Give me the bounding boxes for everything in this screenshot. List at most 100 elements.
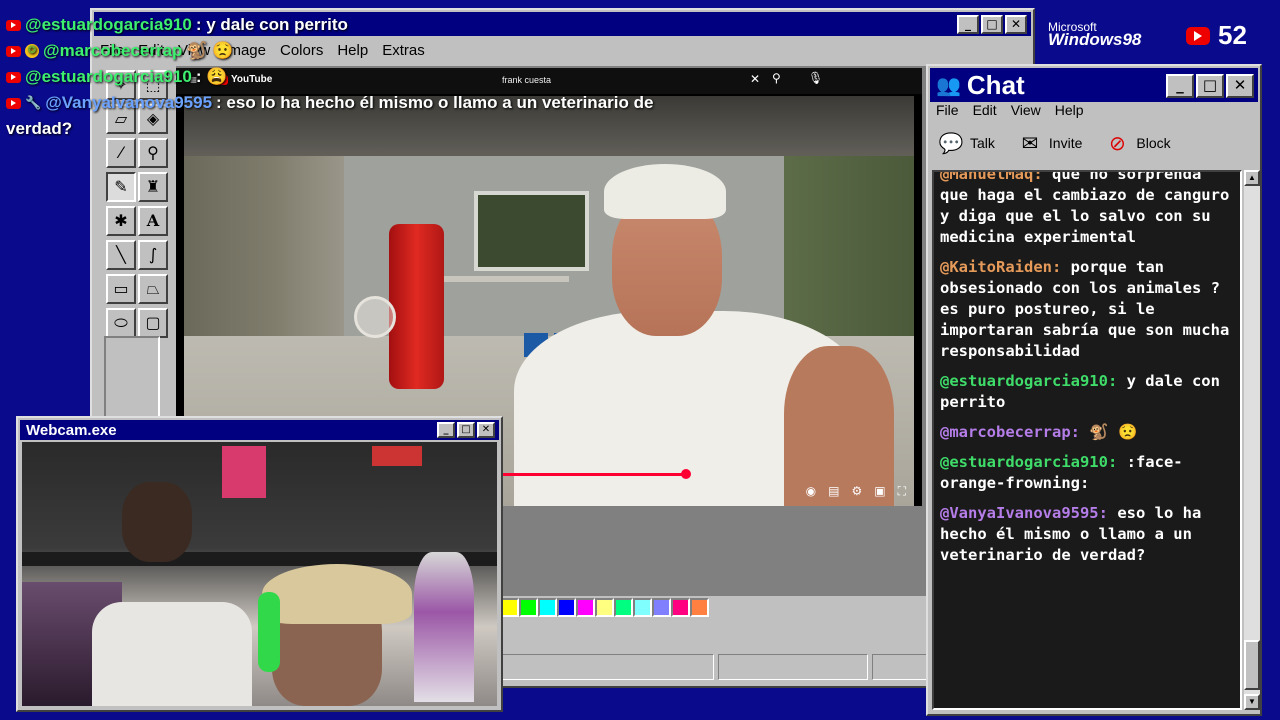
maximize-button[interactable]: □ [981,15,1003,34]
overlay-chat: @estuardogarcia910 : y dale con perrito … [6,12,686,142]
chat-message: @estuardogarcia910: :face-orange-frownin… [940,452,1230,494]
pencil-icon[interactable]: ✎ [106,172,136,202]
search-icon[interactable]: ⚲ [772,71,781,85]
overlay-chat-line: @estuardogarcia910 : y dale con perrito [6,12,686,38]
youtube-icon [1186,26,1210,45]
chat-username: @ManuelMaq: [940,170,1043,183]
color-swatch[interactable] [633,598,652,617]
brush-icon[interactable]: ♜ [138,172,168,202]
overlay-message: : y dale con perrito [195,15,348,34]
block-label: Block [1136,135,1171,151]
chat-text: 🐒 😟 [1079,423,1138,441]
color-swatch[interactable] [614,598,633,617]
curve-icon[interactable]: ∫ [138,240,168,270]
chat-titlebar[interactable]: 👥 Chat _ □ ✕ [930,68,1258,102]
clear-search-icon[interactable]: ✕ [750,72,760,86]
chat-menubar: File Edit View Help [936,102,1084,118]
color-swatch[interactable] [671,598,690,617]
overlay-chat-line: 🔧 @VanyaIvanova9595 : eso lo ha hecho él… [6,90,686,116]
windows98-text: Windows98 [1048,30,1142,49]
close-button[interactable]: ✕ [1226,74,1254,98]
close-button[interactable]: ✕ [477,422,495,438]
color-swatch[interactable] [690,598,709,617]
video-punching-bag [389,224,444,389]
webcam-streamer-hat [262,564,412,624]
fullscreen-icon[interactable]: ⛶ [898,484,906,499]
chat-scrollbar[interactable]: ▲ ▼ [1244,170,1260,710]
overlay-chat-line: verdad? [6,116,686,142]
chat-username: @VanyaIvanova9595: [940,504,1108,522]
color-swatch[interactable] [652,598,671,617]
scroll-down-icon[interactable]: ▼ [1244,694,1260,710]
color-swatch[interactable] [519,598,538,617]
minimize-button[interactable]: _ [1166,74,1194,98]
rounded-rect-icon[interactable]: ▢ [138,308,168,338]
airbrush-icon[interactable]: ✱ [106,206,136,236]
miniplayer-icon[interactable]: ▣ [874,484,885,499]
color-swatch[interactable] [576,598,595,617]
chat-messages-panel[interactable]: @ManuelMaq: que no sorprenda que haga el… [932,170,1242,710]
color-swatch[interactable] [538,598,557,617]
menu-edit[interactable]: Edit [973,102,997,118]
chat-message: @estuardogarcia910: y dale con perrito [940,371,1230,413]
chat-message: @marcobecerrap: 🐒 😟 [940,422,1230,443]
rectangle-icon[interactable]: ▭ [106,274,136,304]
overlay-message: : 😩 [195,67,228,86]
text-tool-icon[interactable]: A [138,206,168,236]
youtube-icon [6,97,21,109]
polygon-icon[interactable]: ⏢ [138,274,168,304]
video-progress-handle[interactable] [681,469,691,479]
line-icon[interactable]: ╲ [106,240,136,270]
picker-icon[interactable]: ⁄ [106,138,136,168]
autoplay-icon[interactable]: ◉ [806,484,816,499]
video-controls: ◉ ▤ ⚙ ▣ ⛶ [806,484,906,499]
chat-username: @marcobecerrap: [940,423,1080,441]
maximize-button[interactable]: □ [457,422,475,438]
viewer-count: 52 [1218,20,1247,50]
invite-button[interactable]: ✉ Invite [1017,130,1083,156]
status-cell-coords [718,654,868,680]
webcam-titlebar[interactable]: Webcam.exe _ □ ✕ [20,420,499,440]
settings-icon[interactable]: ⚙ [851,484,862,499]
talk-button[interactable]: 💬 Talk [938,130,995,156]
webcam-poster [372,446,422,466]
menu-file[interactable]: File [936,102,959,118]
menu-view[interactable]: View [1011,102,1041,118]
talk-icon: 💬 [938,131,964,155]
color-swatch[interactable] [595,598,614,617]
minimize-button[interactable]: _ [957,15,979,34]
chat-message: @KaitoRaiden: porque tan obsesionado con… [940,257,1230,362]
menu-help[interactable]: Help [1055,102,1084,118]
windows98-logo: Microsoft Windows98 [1048,20,1141,50]
overlay-username: @marcobecerrap [43,41,183,60]
webcam-headset [258,592,280,672]
maximize-button[interactable]: □ [1196,74,1224,98]
viewer-counter: 52 [1186,20,1247,51]
video-progress-bar[interactable] [502,473,687,476]
mic-icon[interactable]: 🎙 [808,71,823,85]
ellipse-icon[interactable]: ⬭ [106,308,136,338]
block-button[interactable]: ⊘ Block [1104,130,1171,156]
chat-username: @estuardogarcia910: [940,453,1118,471]
close-button[interactable]: ✕ [1005,15,1027,34]
webcam-chair [92,602,252,706]
overlay-message: 🐒 😟 [186,41,234,60]
overlay-chat-line: ✪ @marcobecerrap 🐒 😟 [6,38,686,64]
scroll-up-icon[interactable]: ▲ [1244,170,1260,186]
webcam-bear-figure [122,482,192,562]
youtube-icon [6,45,21,57]
chat-title: Chat [966,69,1025,100]
webcam-poster [222,446,266,498]
member-badge-icon: ✪ [25,44,39,58]
video-table [439,276,569,282]
chat-message: @ManuelMaq: que no sorprenda que haga el… [940,170,1230,248]
color-swatch[interactable] [557,598,576,617]
wrench-icon: 🔧 [25,95,42,110]
magnifier-icon[interactable]: ⚲ [138,138,168,168]
scroll-thumb[interactable] [1244,640,1260,690]
subtitles-icon[interactable]: ▤ [828,484,839,499]
chat-username: @estuardogarcia910: [940,372,1118,390]
youtube-icon [6,19,21,31]
minimize-button[interactable]: _ [437,422,455,438]
webcam-title: Webcam.exe [26,421,117,439]
